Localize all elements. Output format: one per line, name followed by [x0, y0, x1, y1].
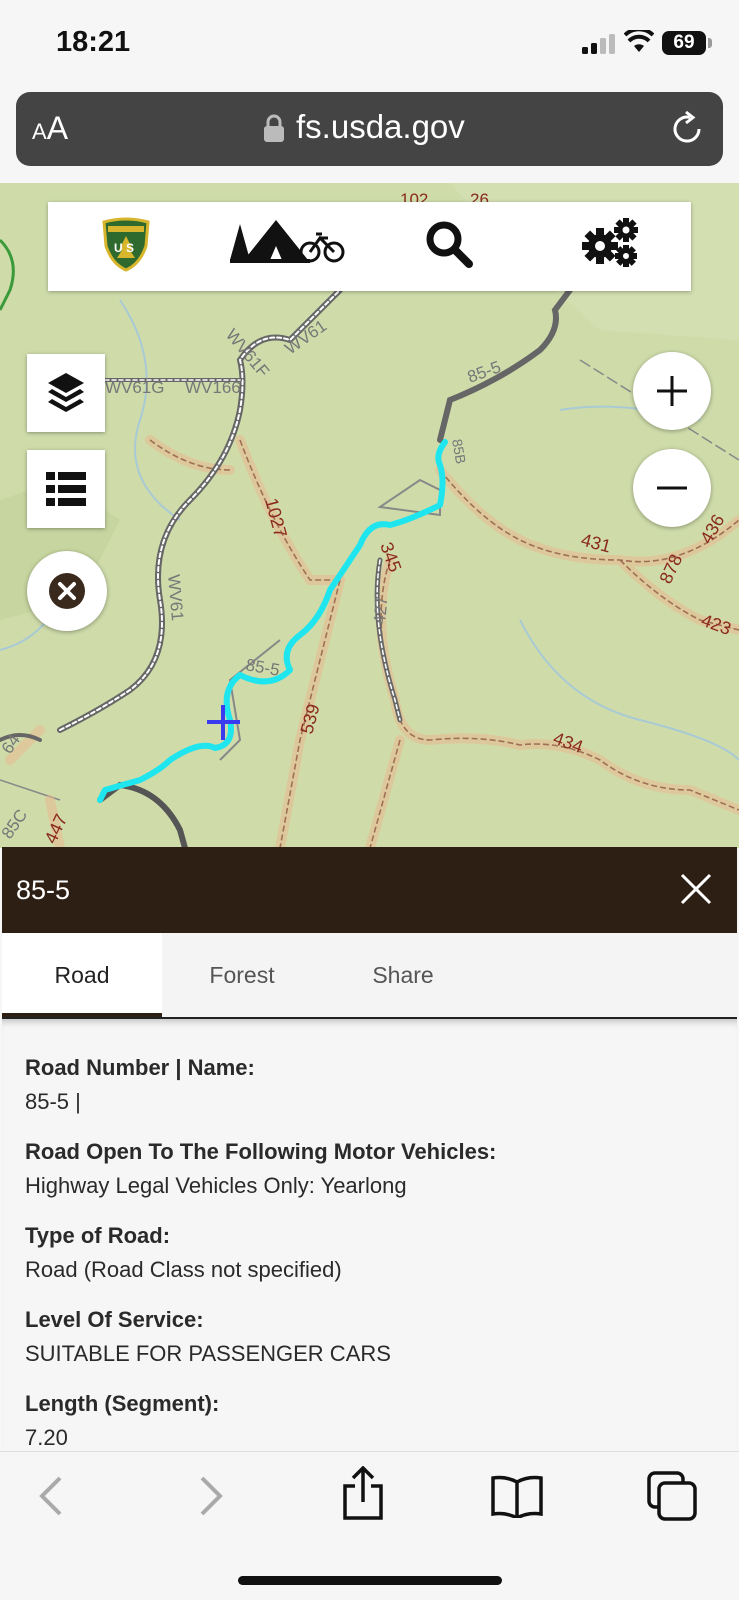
minus-icon [657, 486, 687, 490]
field-value: Highway Legal Vehicles Only: Yearlong [25, 1173, 407, 1198]
road-details: Road Number | Name: 85-5 | Road Open To … [2, 1019, 737, 1449]
info-panel-header: 85-5 [2, 847, 737, 933]
field-road-number: Road Number | Name: 85-5 | [25, 1055, 255, 1115]
map-label: WV61G [105, 378, 165, 397]
wifi-icon [624, 30, 654, 52]
forest-service-shield-icon[interactable]: U S [100, 216, 152, 272]
field-value: 85-5 | [25, 1089, 81, 1114]
list-icon [46, 472, 86, 506]
reload-icon[interactable] [668, 110, 706, 148]
clear-selection-button[interactable] [27, 551, 107, 631]
map-label: WV61 [164, 574, 187, 622]
field-road-type: Type of Road: Road (Road Class not speci… [25, 1223, 342, 1283]
back-icon[interactable] [34, 1474, 68, 1518]
panel-tabs: Road Forest Share [2, 933, 737, 1019]
bookmarks-icon[interactable] [490, 1474, 544, 1518]
url-text[interactable]: fs.usda.gov [296, 108, 465, 146]
close-icon[interactable] [676, 869, 716, 909]
layers-icon [48, 373, 84, 412]
shield-lettering: U S [114, 241, 134, 255]
battery-tip [708, 38, 712, 48]
address-bar[interactable]: AA fs.usda.gov [16, 92, 723, 166]
home-indicator [238, 1576, 502, 1585]
zoom-out-button[interactable] [633, 449, 711, 527]
field-label: Type of Road: [25, 1223, 171, 1248]
search-icon[interactable] [425, 220, 473, 268]
lock-icon [264, 114, 284, 142]
text-size-button[interactable]: AA [32, 110, 68, 147]
field-value: Road (Road Class not specified) [25, 1257, 342, 1282]
map-toolbar: U S [48, 202, 691, 291]
field-length: Length (Segment): 7.20 [25, 1391, 219, 1449]
signal-icon [582, 34, 615, 54]
field-motor-vehicles: Road Open To The Following Motor Vehicle… [25, 1139, 496, 1199]
field-label: Road Number | Name: [25, 1055, 255, 1080]
recreation-icon[interactable] [230, 216, 346, 266]
tab-share[interactable]: Share [323, 933, 483, 1017]
field-label: Length (Segment): [25, 1391, 220, 1416]
field-value: SUITABLE FOR PASSENGER CARS [25, 1341, 391, 1366]
field-label: Level Of Service: [25, 1307, 204, 1332]
share-icon[interactable] [340, 1466, 386, 1522]
legend-list-button[interactable] [27, 450, 105, 528]
map-label: 427 [370, 595, 391, 625]
panel-title: 85-5 [16, 875, 71, 905]
clock: 18:21 [56, 26, 131, 58]
tabs-icon[interactable] [646, 1470, 698, 1522]
field-level-of-service: Level Of Service: SUITABLE FOR PASSENGER… [25, 1307, 391, 1367]
forward-icon[interactable] [194, 1474, 228, 1518]
zoom-in-button[interactable] [633, 352, 711, 430]
layers-button[interactable] [27, 354, 105, 432]
battery-indicator: 69 [662, 31, 706, 55]
plus-icon [657, 376, 687, 406]
map-label: WV166 [185, 378, 241, 397]
tab-road[interactable]: Road [2, 933, 162, 1017]
tab-forest[interactable]: Forest [162, 933, 322, 1017]
close-circle-icon [49, 573, 85, 609]
field-value: 7.20 [25, 1425, 68, 1449]
field-label: Road Open To The Following Motor Vehicle… [25, 1139, 497, 1164]
settings-icon[interactable] [582, 216, 640, 268]
status-bar: 18:21 69 [0, 0, 739, 90]
